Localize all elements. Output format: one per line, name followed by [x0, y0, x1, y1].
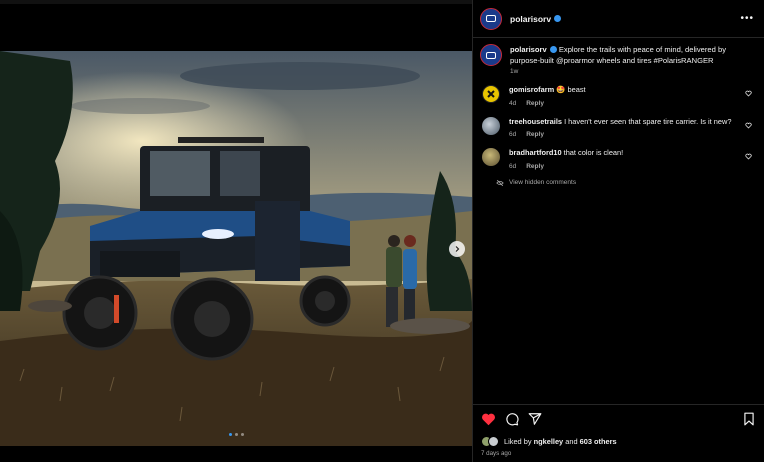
- view-hidden-comments-link[interactable]: View hidden comments: [496, 179, 752, 187]
- comment-username[interactable]: treehousetrails: [509, 117, 562, 126]
- carousel-dot-active: [228, 433, 232, 436]
- more-options-icon[interactable]: •••: [740, 13, 754, 24]
- likes-middle: and: [563, 437, 580, 446]
- caption-row: polarisorv Explore the trails with peace…: [480, 44, 752, 66]
- share-icon[interactable]: [528, 412, 542, 426]
- x-logo-icon: [487, 90, 495, 98]
- reply-button[interactable]: Reply: [526, 163, 544, 170]
- media-pane: [0, 0, 472, 462]
- post-photo[interactable]: [0, 51, 472, 446]
- brand-avatar[interactable]: [480, 7, 502, 30]
- comment-body: 🤩 beast: [556, 85, 586, 94]
- post-details-pane: polarisorv ••• polarisorv Explore the tr…: [472, 0, 764, 462]
- verified-badge-icon: [554, 15, 562, 22]
- like-comment-heart-icon[interactable]: [745, 90, 752, 97]
- likes-others-count[interactable]: 603 others: [580, 437, 617, 446]
- comment-time: 4d: [509, 99, 517, 107]
- brand-logo-mark: [486, 15, 496, 22]
- caption-text: polarisorv Explore the trails with peace…: [510, 44, 738, 66]
- view-hidden-comments-label: View hidden comments: [509, 179, 577, 186]
- heart-icon[interactable]: [481, 412, 496, 426]
- comment-item: bradhartford10 that color is clean! 6d Re…: [480, 148, 752, 170]
- liker-username[interactable]: ngkelley: [534, 437, 564, 446]
- post-time-ago: 7 days ago: [481, 450, 512, 457]
- comment-icon[interactable]: [505, 412, 519, 426]
- next-image-button[interactable]: [449, 241, 465, 257]
- carousel-dot: [240, 433, 244, 436]
- comment-username[interactable]: bradhartford10: [509, 148, 562, 157]
- comment-body: that color is clean!: [563, 148, 624, 157]
- reply-button[interactable]: Reply: [526, 131, 544, 138]
- comment-item: gomisrofarm 🤩 beast 4d Reply: [480, 85, 752, 107]
- header-username[interactable]: polarisorv: [510, 14, 551, 24]
- bookmark-icon[interactable]: [743, 412, 755, 426]
- comment-text: gomisrofarm 🤩 beast: [509, 85, 741, 96]
- action-icons-row: [481, 411, 755, 427]
- like-comment-heart-icon[interactable]: [745, 153, 752, 160]
- post-actions: Liked by ngkelley and 603 others 7 days …: [473, 404, 764, 457]
- brand-logo-mark: [486, 51, 496, 59]
- comment-time: 6d: [509, 131, 517, 138]
- comment-text: treehousetrails I haven't ever seen that…: [509, 117, 741, 128]
- comment-username[interactable]: gomisrofarm: [509, 85, 554, 94]
- comment-body: I haven't ever seen that spare tire carr…: [564, 116, 732, 126]
- hidden-comments-icon: [496, 179, 504, 186]
- caption-time: 1w: [510, 68, 519, 75]
- carousel-dot: [234, 433, 238, 436]
- likes-row: Liked by ngkelley and 603 others: [481, 436, 755, 447]
- comment-avatar[interactable]: [482, 85, 500, 103]
- verified-badge-icon: [549, 46, 557, 53]
- likes-prefix: Liked by: [504, 437, 534, 446]
- utv-photo-illustration: [0, 51, 472, 446]
- comments-list: polarisorv Explore the trails with peace…: [473, 38, 764, 187]
- liker-avatar: [488, 436, 499, 447]
- likes-text[interactable]: Liked by ngkelley and 603 others: [504, 437, 617, 446]
- carousel-dots: [0, 433, 472, 436]
- comment-avatar[interactable]: [482, 116, 500, 135]
- caption-username[interactable]: polarisorv: [510, 45, 547, 54]
- comment-time: 6d: [509, 162, 517, 170]
- caption-avatar[interactable]: [480, 44, 502, 66]
- next-arrow-icon: [455, 246, 460, 252]
- comment-item: treehousetrails I haven't ever seen that…: [480, 116, 752, 138]
- like-comment-heart-icon[interactable]: [745, 122, 752, 129]
- comment-avatar[interactable]: [482, 148, 500, 166]
- post-header: polarisorv •••: [473, 0, 764, 38]
- reply-button[interactable]: Reply: [526, 100, 544, 107]
- top-strip: [0, 0, 472, 4]
- comment-text: bradhartford10 that color is clean!: [509, 148, 741, 159]
